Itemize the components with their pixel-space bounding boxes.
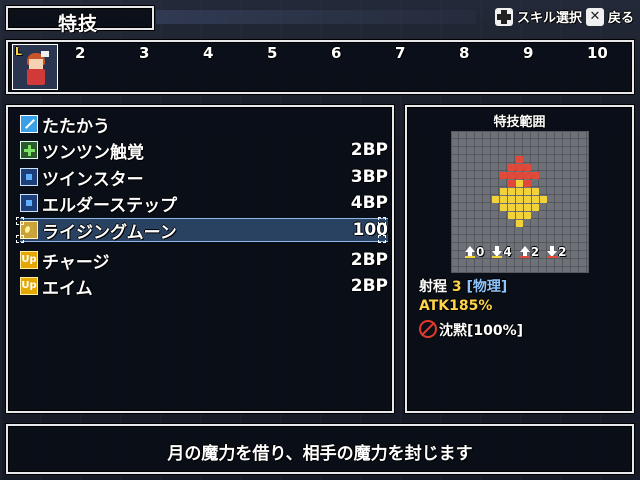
direction-value: 4 <box>503 245 512 259</box>
arrow-up-red-icon <box>519 246 530 258</box>
range-type: [物理] <box>466 279 508 295</box>
up-icon: Up <box>20 251 38 269</box>
direction-item: 4 <box>492 245 512 259</box>
skill-row[interactable]: エルダーステップ 4BP <box>20 191 388 216</box>
skill-cost: 2BP <box>350 140 388 160</box>
skill-name: チャージ <box>42 252 110 273</box>
skill-row-selected[interactable]: ライジングムーン 100 <box>20 218 389 243</box>
skill-name: エルダーステップ <box>42 195 178 216</box>
skill-description: 月の魔力を借り、相手の魔力を封じます <box>167 444 473 464</box>
blue-square-icon <box>20 194 38 212</box>
skill-name: たたかう <box>42 116 110 137</box>
skill-cost: 2BP <box>350 276 388 296</box>
party-slot-9[interactable]: 9 <box>523 44 533 62</box>
direction-value: 2 <box>558 245 567 259</box>
skill-name: ツインスター <box>42 169 144 190</box>
description-panel: 月の魔力を借り、相手の魔力を封じます <box>6 424 634 474</box>
party-slot-7[interactable]: 7 <box>395 44 405 62</box>
skill-cost: 2BP <box>350 250 388 270</box>
selection-cursor <box>378 235 386 243</box>
status-effect: 沈黙[100%] <box>419 320 523 340</box>
party-slot-3[interactable]: 3 <box>139 44 149 62</box>
skill-cost: 4BP <box>350 193 388 213</box>
page-title: 特技 <box>58 13 99 35</box>
range-label: 射程 <box>419 279 447 295</box>
x-button-icon[interactable]: ✕ <box>585 7 604 26</box>
skill-name: ツンツン触覚 <box>42 142 144 163</box>
up-icon: Up <box>20 277 38 295</box>
range-title: 特技範囲 <box>493 115 546 130</box>
party-slot-8[interactable]: 8 <box>459 44 469 62</box>
direction-value: 2 <box>530 245 540 259</box>
arrow-down-red-icon <box>547 246 558 258</box>
skill-name: ライジングムーン <box>42 222 177 243</box>
hint-back[interactable]: 戻る <box>608 7 634 26</box>
selection-cursor <box>378 217 386 225</box>
silence-icon <box>419 320 437 338</box>
status-text: 沈黙[100%] <box>439 323 524 339</box>
direction-item: 2 <box>547 245 566 259</box>
direction-modifiers: 0 4 2 2 <box>465 245 566 259</box>
blue-square-icon <box>20 168 38 186</box>
dpad-icon <box>494 7 513 26</box>
party-slot-5[interactable]: 5 <box>267 44 277 62</box>
selection-cursor <box>16 217 24 225</box>
party-slot-selected[interactable]: L <box>12 44 58 90</box>
sword-icon <box>20 115 38 133</box>
slot-label: L <box>15 45 23 58</box>
title-panel: 特技 <box>6 6 154 35</box>
party-slot-10[interactable]: 10 <box>587 44 608 62</box>
skill-row[interactable]: ツンツン触覚 2BP <box>20 138 388 163</box>
skill-range-panel: 特技範囲 0 4 2 2 射程 3 [物理] ATK185% 沈黙[100%] <box>405 105 634 413</box>
green-plus-icon <box>20 141 38 159</box>
skill-row[interactable]: ツインスター 3BP <box>20 165 388 190</box>
party-bar: L 2 3 4 5 6 7 8 9 10 <box>6 40 634 94</box>
range-value: 3 <box>451 279 462 295</box>
skill-cost: 100 <box>352 220 389 240</box>
skill-row[interactable]: Up エイム 2BP <box>20 274 388 299</box>
party-slot-4[interactable]: 4 <box>203 44 213 62</box>
direction-value: 0 <box>476 245 485 259</box>
atk-stat: ATK185% <box>419 298 493 314</box>
selection-cursor <box>16 235 24 243</box>
range-stat: 射程 3 [物理] <box>419 276 507 296</box>
arrow-up-yellow-icon <box>465 246 475 258</box>
skill-name: エイム <box>42 278 93 299</box>
arrow-down-yellow-icon <box>492 246 503 258</box>
skill-list: たたかう ツンツン触覚 2BP ツインスター 3BP エルダーステップ 4BP … <box>6 105 394 413</box>
direction-item: 2 <box>519 245 540 259</box>
header-bar <box>156 10 476 24</box>
direction-item: 0 <box>465 245 484 259</box>
party-slot-6[interactable]: 6 <box>331 44 341 62</box>
party-slot-2[interactable]: 2 <box>75 44 85 62</box>
hint-skill-select: スキル選択 <box>516 11 582 26</box>
control-hints: スキル選択 ✕ 戻る <box>494 7 634 26</box>
skill-row[interactable]: Up チャージ 2BP <box>20 248 388 273</box>
skill-cost: 3BP <box>350 167 388 187</box>
skill-row[interactable]: たたかう <box>20 112 388 137</box>
